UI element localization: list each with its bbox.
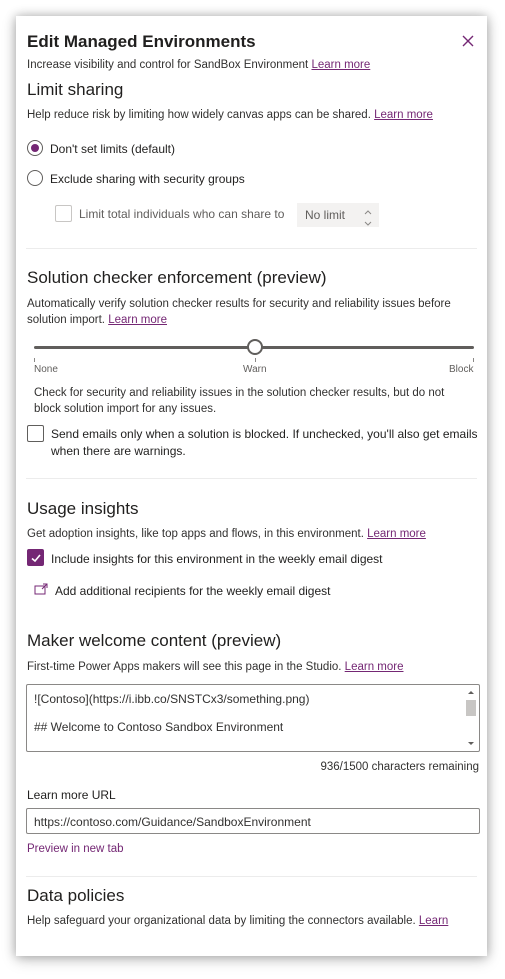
welcome-content-line2: ## Welcome to Contoso Sandbox Environmen… bbox=[34, 720, 284, 734]
checkmark-icon bbox=[31, 554, 41, 563]
learn-more-url-input[interactable]: https://contoso.com/Guidance/SandboxEnvi… bbox=[26, 808, 480, 834]
welcome-content-textarea[interactable]: ![Contoso](https://i.ibb.co/SNSTCx3/some… bbox=[26, 684, 480, 752]
learn-more-url-label: Learn more URL bbox=[27, 788, 116, 802]
limit-sharing-heading: Limit sharing bbox=[27, 80, 124, 99]
maker-welcome-heading: Maker welcome content (preview) bbox=[27, 631, 282, 650]
send-emails-checkbox[interactable] bbox=[27, 425, 44, 442]
panel-title: Edit Managed Environments bbox=[27, 32, 256, 51]
character-count: 936/1500 characters remaining bbox=[320, 761, 479, 773]
usage-insights-heading: Usage insights bbox=[27, 499, 139, 518]
divider bbox=[26, 248, 477, 249]
learn-more-url-value: https://contoso.com/Guidance/SandboxEnvi… bbox=[34, 815, 311, 829]
usage-insights-learn-more-link[interactable]: Learn more bbox=[367, 528, 426, 540]
data-policies-description: Help safeguard your organizational data … bbox=[27, 915, 448, 927]
include-insights-label[interactable]: Include insights for this environment in… bbox=[51, 552, 383, 566]
textarea-scroll-thumb[interactable] bbox=[466, 700, 476, 716]
welcome-content-line1: ![Contoso](https://i.ibb.co/SNSTCx3/some… bbox=[34, 692, 310, 706]
solution-checker-learn-more-link[interactable]: Learn more bbox=[108, 314, 167, 326]
radio-dont-set-limits[interactable] bbox=[27, 140, 43, 156]
scroll-down-icon[interactable] bbox=[464, 739, 478, 749]
limit-sharing-description-text: Help reduce risk by limiting how widely … bbox=[27, 109, 371, 121]
warn-description-line1: Check for security and reliability issue… bbox=[34, 387, 445, 399]
panel-learn-more-link[interactable]: Learn more bbox=[311, 59, 370, 71]
slider-tick-block bbox=[473, 358, 474, 362]
chevron-up-icon[interactable] bbox=[362, 205, 374, 215]
send-emails-label-line1[interactable]: Send emails only when a solution is bloc… bbox=[51, 427, 478, 441]
limit-sharing-description: Help reduce risk by limiting how widely … bbox=[27, 109, 433, 121]
solution-checker-description-line1: Automatically verify solution checker re… bbox=[27, 298, 451, 310]
preview-new-tab-link[interactable]: Preview in new tab bbox=[27, 843, 124, 855]
data-policies-description-text: Help safeguard your organizational data … bbox=[27, 915, 416, 927]
data-policies-heading: Data policies bbox=[27, 886, 125, 905]
close-icon[interactable] bbox=[459, 32, 477, 50]
limit-sharing-learn-more-link[interactable]: Learn more bbox=[374, 109, 433, 121]
solution-checker-heading: Solution checker enforcement (preview) bbox=[27, 268, 327, 287]
slider-label-warn: Warn bbox=[243, 364, 267, 375]
textarea-scrollbar[interactable] bbox=[464, 686, 478, 750]
slider-tick-none bbox=[34, 358, 35, 362]
divider bbox=[26, 876, 477, 877]
limit-individuals-label: Limit total individuals who can share to bbox=[79, 207, 285, 221]
scroll-up-icon[interactable] bbox=[464, 687, 478, 697]
solution-checker-description-text: solution import. bbox=[27, 314, 105, 326]
warn-description-line2: block solution import for any issues. bbox=[34, 403, 217, 415]
add-recipients-link[interactable]: Add additional recipients for the weekly… bbox=[55, 584, 330, 598]
panel-subtitle: Increase visibility and control for Sand… bbox=[27, 59, 370, 71]
radio-dont-set-limits-label[interactable]: Don't set limits (default) bbox=[50, 142, 175, 156]
include-insights-checkbox[interactable] bbox=[27, 549, 44, 566]
limit-individuals-spinner[interactable]: No limit bbox=[297, 203, 379, 227]
slider-label-none: None bbox=[34, 364, 58, 375]
data-policies-learn-link[interactable]: Learn bbox=[419, 915, 448, 927]
maker-welcome-description-text: First-time Power Apps makers will see th… bbox=[27, 661, 342, 673]
send-emails-label-line2[interactable]: when there are warnings. bbox=[51, 444, 186, 458]
maker-welcome-learn-more-link[interactable]: Learn more bbox=[345, 661, 404, 673]
radio-exclude-security-groups-label[interactable]: Exclude sharing with security groups bbox=[50, 172, 245, 186]
chevron-down-icon[interactable] bbox=[362, 215, 374, 226]
solution-checker-description-line2: solution import. Learn more bbox=[27, 314, 167, 326]
add-recipients-icon[interactable] bbox=[34, 582, 50, 601]
slider-tick-warn bbox=[255, 358, 256, 362]
enforcement-slider-thumb[interactable] bbox=[247, 339, 263, 355]
usage-insights-description: Get adoption insights, like top apps and… bbox=[27, 528, 426, 540]
limit-individuals-checkbox[interactable] bbox=[55, 205, 72, 222]
divider bbox=[26, 478, 477, 479]
limit-individuals-value: No limit bbox=[305, 208, 346, 222]
maker-welcome-description: First-time Power Apps makers will see th… bbox=[27, 661, 403, 673]
edit-managed-environments-panel: Edit Managed Environments Increase visib… bbox=[16, 16, 487, 956]
panel-subtitle-text: Increase visibility and control for Sand… bbox=[27, 59, 309, 71]
usage-insights-description-text: Get adoption insights, like top apps and… bbox=[27, 528, 364, 540]
radio-exclude-security-groups[interactable] bbox=[27, 170, 43, 186]
slider-label-block: Block bbox=[449, 364, 474, 375]
